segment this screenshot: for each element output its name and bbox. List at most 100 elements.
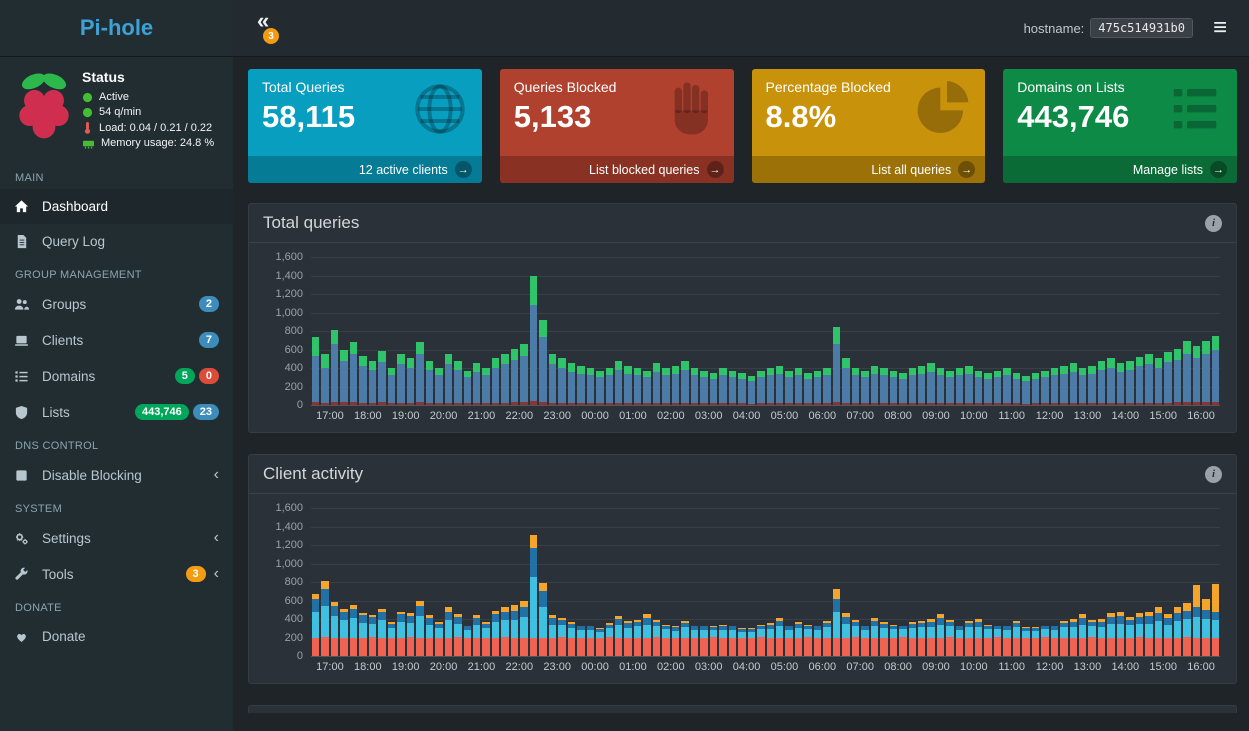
stat-card-footer-link[interactable]: 12 active clients → <box>248 156 482 183</box>
status-block: Status Active54 q/minLoad: 0.04 / 0.21 /… <box>0 57 233 162</box>
count-badge: 0 <box>199 368 219 384</box>
info-icon[interactable]: i <box>1205 215 1222 232</box>
wrench-icon <box>14 567 42 582</box>
chart-bar <box>331 257 338 405</box>
count-badge: 5 <box>175 368 195 384</box>
pihole-logo-text[interactable]: Pi-hole <box>0 0 233 56</box>
sidebar-section-header: GROUP MANAGEMENT <box>0 259 233 286</box>
chart-bar <box>918 508 925 656</box>
x-axis-label: 12:00 <box>1031 410 1069 422</box>
count-badge: 443,746 <box>135 404 189 420</box>
x-axis-label: 05:00 <box>766 410 804 422</box>
chart-bar <box>624 257 631 405</box>
chart-bar <box>1212 508 1219 656</box>
chart-bar <box>378 257 385 405</box>
sidebar-item-donate[interactable]: Donate <box>0 619 233 654</box>
sidebar-item-dashboard[interactable]: Dashboard <box>0 189 233 224</box>
x-axis-label: 14:00 <box>1106 410 1144 422</box>
x-axis-label: 09:00 <box>917 661 955 673</box>
chart-bar <box>615 508 622 656</box>
sidebar-item-tools[interactable]: Tools3‹ <box>0 556 233 592</box>
chart-bar <box>1164 257 1171 405</box>
sidebar-section-header: DNS CONTROL <box>0 430 233 457</box>
count-badge: 7 <box>199 332 219 348</box>
chart-bar <box>1117 257 1124 405</box>
sidebar-item-groups[interactable]: Groups2 <box>0 286 233 322</box>
chart-bar <box>624 508 631 656</box>
sidebar-item-lists[interactable]: Lists443,74623 <box>0 394 233 430</box>
chart-bar <box>606 508 613 656</box>
chart-bar <box>340 257 347 405</box>
stat-card-footer-label: 12 active clients <box>359 163 448 177</box>
sidebar-item-query-log[interactable]: Query Log <box>0 224 233 259</box>
main-content: Total Queries 58,115 12 active clients →… <box>233 57 1249 731</box>
stat-card-footer-label: List blocked queries <box>589 163 699 177</box>
shield-icon <box>14 405 42 420</box>
x-axis-label: 05:00 <box>766 661 804 673</box>
stat-card-footer-link[interactable]: List all queries → <box>752 156 986 183</box>
chart-bar <box>511 508 518 656</box>
x-axis-label: 04:00 <box>728 410 766 422</box>
hand-icon <box>660 77 724 141</box>
chart-bar <box>662 508 669 656</box>
chart-bar <box>672 508 679 656</box>
chart-bar <box>369 257 376 405</box>
stat-card-footer-link[interactable]: List blocked queries → <box>500 156 734 183</box>
chart-bar <box>748 257 755 405</box>
chart-bar <box>445 257 452 405</box>
status-item: Active <box>82 91 225 103</box>
chart-bar <box>634 508 641 656</box>
chart-bar <box>359 508 366 656</box>
sidebar-item-disable-blocking[interactable]: Disable Blocking‹ <box>0 457 233 493</box>
chart-bar <box>1060 257 1067 405</box>
chart-bar <box>350 508 357 656</box>
chart-bar <box>748 508 755 656</box>
chart-bar <box>312 508 319 656</box>
sidebar-item-domains[interactable]: Domains 50 <box>0 358 233 394</box>
chart-bar <box>785 257 792 405</box>
chart-bar <box>1193 508 1200 656</box>
info-icon[interactable]: i <box>1205 466 1222 483</box>
chart-bar <box>946 257 953 405</box>
y-axis-tick: 0 <box>259 399 303 411</box>
x-axis-label: 23:00 <box>538 410 576 422</box>
chart-bar <box>700 257 707 405</box>
y-axis-tick: 800 <box>259 576 303 588</box>
chart-bar <box>397 257 404 405</box>
gridline <box>311 656 1220 657</box>
y-axis-tick: 600 <box>259 595 303 607</box>
y-axis-tick: 1,400 <box>259 521 303 533</box>
arrow-right-icon: → <box>707 161 724 178</box>
hamburger-menu-icon[interactable]: ≡ <box>1207 12 1233 44</box>
chart-bar <box>946 508 953 656</box>
sidebar-item-settings[interactable]: Settings‹ <box>0 520 233 556</box>
chart-bar <box>776 257 783 405</box>
x-axis-label: 18:00 <box>349 410 387 422</box>
chart-bar <box>1174 257 1181 405</box>
stat-card-footer-link[interactable]: Manage lists → <box>1003 156 1237 183</box>
chart-bar <box>511 257 518 405</box>
gridline <box>311 405 1220 406</box>
chart-bar <box>520 257 527 405</box>
x-axis-label: 08:00 <box>879 410 917 422</box>
chart-bar <box>501 257 508 405</box>
chart-bar <box>1107 257 1114 405</box>
home-icon <box>14 199 42 214</box>
stat-card-total-queries: Total Queries 58,115 12 active clients → <box>248 69 482 183</box>
x-axis-label: 07:00 <box>841 410 879 422</box>
chart-bar <box>416 257 423 405</box>
chart-bar <box>454 508 461 656</box>
sidebar-item-label: Domains <box>42 369 95 384</box>
gears-icon <box>14 531 42 546</box>
chart-bar <box>785 508 792 656</box>
sidebar-item-clients[interactable]: Clients7 <box>0 322 233 358</box>
chart-bar <box>653 257 660 405</box>
x-axis-label: 01:00 <box>614 661 652 673</box>
x-axis-label: 17:00 <box>311 410 349 422</box>
chart-bar <box>577 508 584 656</box>
chart-bar <box>1145 508 1152 656</box>
chart-bar <box>1041 257 1048 405</box>
client-activity-chart: 1,6001,4001,2001,0008006004002000 17:001… <box>249 494 1236 683</box>
chart-bar <box>918 257 925 405</box>
y-axis-tick: 800 <box>259 325 303 337</box>
